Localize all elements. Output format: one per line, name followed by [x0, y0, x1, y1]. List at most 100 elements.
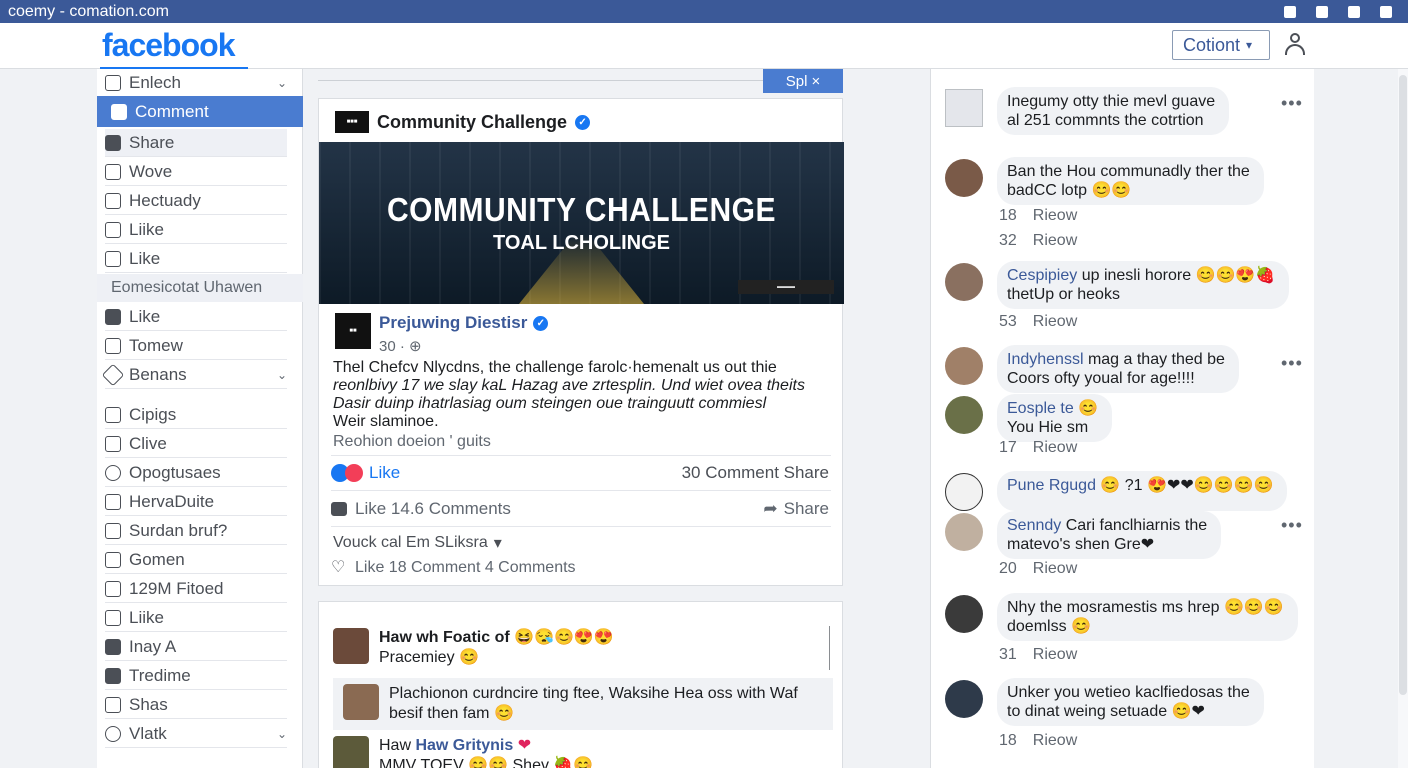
- sidebar-item-enlech[interactable]: Enlech ⌄: [105, 69, 287, 97]
- reply-link[interactable]: Rieow: [1033, 207, 1077, 225]
- sidebar-item-liike[interactable]: Liike: [105, 216, 287, 244]
- comment-author[interactable]: Senndy: [1007, 517, 1061, 534]
- sidebar-item-label: Shas: [129, 694, 168, 714]
- page-scrollbar[interactable]: [1398, 69, 1408, 768]
- sidebar-item-share[interactable]: Share: [105, 129, 287, 157]
- left-sidebar: Enlech ⌄ Comment Share Wove Hectuady Lii…: [97, 69, 303, 768]
- comment-author[interactable]: Pune Rgugd: [1007, 477, 1096, 494]
- avatar[interactable]: [333, 628, 369, 664]
- sidebar-item-clive[interactable]: Clive: [105, 430, 287, 458]
- split-button[interactable]: Spl ×: [763, 69, 843, 93]
- chevron-down-icon[interactable]: ⌄: [277, 368, 287, 382]
- reaction-count: 20: [999, 560, 1017, 577]
- post-author: ■■ Prejuwing Diestisr ✓ 30 · ⊕: [335, 313, 549, 355]
- sidebar-item-hervaduite[interactable]: HervaDuite: [105, 488, 287, 516]
- sidebar-item-opogtusaes[interactable]: Opogtusaes: [105, 459, 287, 487]
- avatar[interactable]: [945, 347, 983, 385]
- user-icon[interactable]: [1284, 33, 1306, 57]
- reply-link[interactable]: Rieow: [1033, 560, 1077, 578]
- browser-url[interactable]: coemy - comation.com: [8, 3, 1284, 21]
- avatar[interactable]: [945, 595, 983, 633]
- sidebar-item-comment[interactable]: Comment: [97, 96, 303, 127]
- sidebar-item-inay[interactable]: Inay A: [105, 633, 287, 661]
- sidebar-item-cipigs[interactable]: Cipigs: [105, 401, 287, 429]
- sidebar-item-liike-2[interactable]: Liike: [105, 604, 287, 632]
- more-options-icon[interactable]: •••: [1281, 515, 1303, 536]
- menu-icon[interactable]: [1380, 5, 1392, 18]
- page-logo[interactable]: ■■■: [335, 111, 369, 133]
- share-button[interactable]: ➦ Share: [763, 499, 829, 519]
- comment-author[interactable]: Eosple te: [1007, 400, 1074, 417]
- close-icon[interactable]: ×: [811, 73, 820, 90]
- sidebar-item-vlatk[interactable]: Vlatk ⌄: [105, 720, 287, 748]
- comment-item: Haw wh Foatic of 😆😪😊😍😍 Pracemiey 😊: [333, 628, 831, 668]
- heart-icon[interactable]: ♡: [331, 560, 349, 576]
- post-reply-hint[interactable]: Reohion doeion ' guits: [333, 433, 828, 451]
- comment-author[interactable]: Indyhenssl: [1007, 351, 1084, 368]
- edit-icon: [105, 551, 121, 568]
- author-avatar[interactable]: ■■: [335, 313, 371, 349]
- sidebar-item-benans[interactable]: Benans ⌄: [101, 361, 287, 389]
- header-select[interactable]: Cotiont ▾: [1172, 30, 1270, 60]
- avatar[interactable]: [945, 513, 983, 551]
- comment-author[interactable]: Haw Gritynis: [415, 737, 513, 754]
- page-name[interactable]: Community Challenge: [377, 112, 567, 133]
- avatar[interactable]: [945, 159, 983, 197]
- comment-author[interactable]: Cespipiey: [1007, 267, 1077, 284]
- banner-title: COMMUNITY CHALLENGE: [387, 192, 776, 229]
- bookmark-icon[interactable]: [1284, 5, 1296, 18]
- reply-link[interactable]: Rieow: [1033, 232, 1077, 250]
- chevron-down-icon: ▾: [1246, 38, 1253, 52]
- photo-icon: [105, 221, 121, 238]
- footer-stats[interactable]: Like 18 Comment 4 Comments: [355, 559, 576, 577]
- avatar[interactable]: [333, 736, 369, 768]
- sidebar-item-gomen[interactable]: Gomen: [105, 546, 287, 574]
- reply-link[interactable]: Rieow: [1033, 646, 1077, 664]
- post-banner-image[interactable]: COMMUNITY CHALLENGE TOAL LCHOLINGE ▬▬▬: [319, 142, 844, 304]
- chevron-down-icon[interactable]: ⌄: [277, 727, 287, 741]
- reaction-icons[interactable]: [331, 464, 363, 482]
- sidebar-item-tomew[interactable]: Tomew: [105, 332, 287, 360]
- reply-link[interactable]: Rieow: [1033, 313, 1077, 331]
- comment-text: al 251 commnts the cotrtion: [1007, 112, 1204, 129]
- avatar[interactable]: [945, 473, 983, 511]
- comment-text: besif then fam 😊: [389, 705, 514, 722]
- more-options-icon[interactable]: •••: [1281, 93, 1303, 114]
- sidebar-item-tredime[interactable]: Tredime: [105, 662, 287, 690]
- comment-item: Indyhenssl mag a thay thed be Coors ofty…: [945, 345, 1239, 393]
- avatar[interactable]: [945, 89, 983, 127]
- sidebar-item-fitoed[interactable]: 129M Fitoed: [105, 575, 287, 603]
- comment-bubble: Eosple te 😊 You Hie sm: [997, 394, 1113, 442]
- header-select-label: Cotiont: [1183, 34, 1241, 55]
- facebook-logo[interactable]: facebook: [102, 27, 235, 64]
- comment-text: Haw: [379, 737, 416, 754]
- sidebar-item-hectuady[interactable]: Hectuady: [105, 187, 287, 215]
- like-button[interactable]: Like 14.6 Comments: [355, 499, 511, 519]
- scrollbar-thumb[interactable]: [1399, 75, 1407, 695]
- comment-sort[interactable]: Vouck cal Em SLiksra ▾: [333, 533, 502, 553]
- sidebar-item-shas[interactable]: Shas: [105, 691, 287, 719]
- comment-share-count[interactable]: 30 Comment Share: [682, 463, 829, 483]
- sidebar-item-wove[interactable]: Wove: [105, 158, 287, 186]
- avatar[interactable]: [945, 680, 983, 718]
- comment-sort-label: Vouck cal Em SLiksra: [333, 534, 488, 551]
- chevron-down-icon[interactable]: ⌄: [277, 76, 287, 90]
- author-name[interactable]: Prejuwing Diestisr: [379, 313, 527, 333]
- avatar[interactable]: [343, 684, 379, 720]
- plus-icon: [105, 725, 121, 742]
- sidebar-item-like[interactable]: Like: [105, 245, 287, 273]
- reply-link[interactable]: Rieow: [1033, 732, 1077, 750]
- calendar-icon: [105, 609, 121, 626]
- sidebar-item-surdan[interactable]: Surdan bruf?: [105, 517, 287, 545]
- more-options-icon[interactable]: •••: [1281, 353, 1303, 374]
- reply-link[interactable]: Rieow: [1033, 439, 1077, 457]
- comment-text: badCC lotp 😊😊: [1007, 182, 1132, 199]
- cloud-icon[interactable]: [1316, 5, 1328, 18]
- comment-text: Nhy the mosramestis ms hrep 😊😊😊: [1007, 599, 1284, 616]
- info-icon[interactable]: [1348, 5, 1360, 18]
- like-count-label[interactable]: Like: [369, 463, 400, 483]
- avatar[interactable]: [945, 396, 983, 434]
- avatar[interactable]: [945, 263, 983, 301]
- reaction-count: 53: [999, 313, 1017, 330]
- sidebar-item-like-2[interactable]: Like: [105, 303, 287, 331]
